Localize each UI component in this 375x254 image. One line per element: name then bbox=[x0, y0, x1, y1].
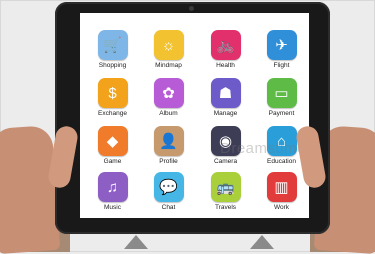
app-label: Flight bbox=[273, 62, 290, 69]
app-label: Camera bbox=[213, 158, 238, 165]
app-shopping[interactable]: 🛒 Shopping bbox=[84, 25, 141, 75]
bicycle-icon: 🚲 bbox=[210, 30, 241, 60]
up-arrow-icon bbox=[124, 235, 148, 249]
app-game[interactable]: ◆ Game bbox=[84, 121, 141, 171]
up-arrow-icon bbox=[250, 235, 274, 249]
tablet-device: 🛒 Shopping ☼ Mindmap 🚲 Health ✈ Flight $ Exchange… bbox=[55, 2, 330, 234]
headphones-icon: ♫ bbox=[97, 172, 128, 202]
app-profile[interactable]: 👤 Profile bbox=[140, 121, 197, 171]
game-cube-icon: ◆ bbox=[97, 126, 128, 156]
app-label: Work bbox=[273, 204, 290, 211]
app-exchange[interactable]: $ Exchange bbox=[84, 73, 141, 123]
app-label: Mindmap bbox=[155, 62, 182, 69]
app-chat[interactable]: 💬 Chat bbox=[140, 167, 197, 217]
payment-card-icon: ▭ bbox=[266, 78, 297, 108]
app-music[interactable]: ♫ Music bbox=[84, 167, 141, 217]
shopping-cart-icon: 🛒 bbox=[97, 30, 128, 60]
app-grid: 🛒 Shopping ☼ Mindmap 🚲 Health ✈ Flight $ Exchange… bbox=[80, 13, 309, 218]
app-travels[interactable]: 🚌 Travels bbox=[197, 167, 254, 217]
app-work[interactable]: ▥ Work bbox=[253, 167, 310, 217]
app-label: Payment bbox=[268, 110, 295, 117]
app-health[interactable]: 🚲 Health bbox=[197, 25, 254, 75]
profile-icon: 👤 bbox=[153, 126, 184, 156]
front-camera bbox=[189, 6, 194, 11]
app-label: Shopping bbox=[98, 62, 127, 69]
tablet-screen: 🛒 Shopping ☼ Mindmap 🚲 Health ✈ Flight $ Exchange… bbox=[80, 13, 309, 218]
manage-icon: ☗ bbox=[210, 78, 241, 108]
app-label: Music bbox=[104, 204, 121, 211]
app-label: Album bbox=[159, 110, 178, 117]
app-label: Health bbox=[216, 62, 235, 69]
album-icon: ✿ bbox=[153, 78, 184, 108]
chat-bubble-icon: 💬 bbox=[153, 172, 184, 202]
airplane-icon: ✈ bbox=[266, 30, 297, 60]
travel-bus-icon: 🚌 bbox=[210, 172, 241, 202]
app-flight[interactable]: ✈ Flight bbox=[253, 25, 310, 75]
app-label: Chat bbox=[161, 204, 176, 211]
app-label: Manage bbox=[213, 110, 238, 117]
left-hand bbox=[0, 124, 61, 254]
exchange-icon: $ bbox=[97, 78, 128, 108]
app-payment[interactable]: ▭ Payment bbox=[253, 73, 310, 123]
app-label: Game bbox=[103, 158, 122, 165]
work-binders-icon: ▥ bbox=[266, 172, 297, 202]
app-label: Travels bbox=[214, 204, 237, 211]
app-label: Profile bbox=[159, 158, 178, 165]
app-mindmap[interactable]: ☼ Mindmap bbox=[140, 25, 197, 75]
mindmap-icon: ☼ bbox=[153, 30, 184, 60]
app-album[interactable]: ✿ Album bbox=[140, 73, 197, 123]
app-manage[interactable]: ☗ Manage bbox=[197, 73, 254, 123]
app-label: Exchange bbox=[98, 110, 127, 117]
watermark: Dreamstime bbox=[220, 140, 306, 157]
